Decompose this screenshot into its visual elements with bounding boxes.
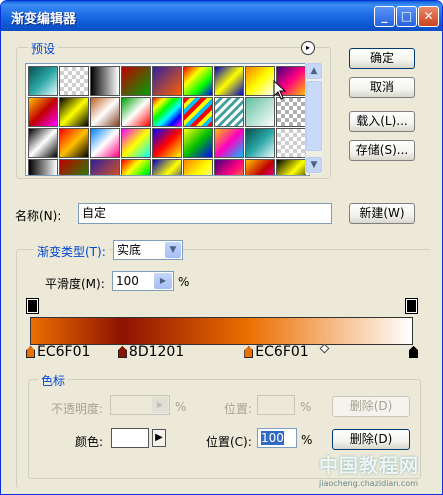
- preset-swatch[interactable]: [214, 97, 244, 127]
- opacity-slider-arrow-icon: ▶: [152, 397, 168, 413]
- preset-swatch[interactable]: [183, 128, 213, 158]
- preset-swatch[interactable]: [245, 159, 275, 175]
- opacity-location-unit: %: [300, 400, 312, 414]
- preset-swatch[interactable]: [183, 66, 213, 96]
- menu-arrow-icon: ▸: [305, 43, 310, 52]
- preset-swatch[interactable]: [183, 159, 213, 175]
- smoothness-slider-arrow-icon[interactable]: ▶: [154, 273, 172, 289]
- preset-swatch[interactable]: [59, 66, 89, 96]
- preset-swatch[interactable]: [152, 66, 182, 96]
- preset-swatch[interactable]: [183, 97, 213, 127]
- color-stop-hex-label: EC6F01: [37, 344, 91, 360]
- preset-swatch[interactable]: [214, 128, 244, 158]
- location-value: 100: [261, 431, 284, 445]
- name-label: 名称(N):: [15, 209, 62, 223]
- opacity-label: 不透明度:: [51, 402, 104, 416]
- scroll-thumb[interactable]: [306, 81, 322, 151]
- preset-swatch[interactable]: [245, 128, 275, 158]
- name-input[interactable]: 自定: [78, 203, 332, 224]
- opacity-location-input: [257, 395, 295, 415]
- gradient-type-label: 渐变类型(T):: [34, 243, 109, 260]
- minimize-button[interactable]: _: [374, 6, 395, 27]
- title-bar[interactable]: 渐变编辑器 _ □ ✕: [1, 1, 442, 31]
- presets-menu-button[interactable]: ▸: [301, 41, 315, 55]
- preset-swatch[interactable]: [59, 159, 89, 175]
- preset-swatch[interactable]: [90, 128, 120, 158]
- gradient-preview-bar[interactable]: [30, 317, 413, 345]
- new-button[interactable]: 新建(W): [349, 203, 415, 224]
- preset-swatch[interactable]: [214, 159, 244, 175]
- gradient-type-select[interactable]: 实底 ▼: [113, 240, 183, 260]
- opacity-input: ▶: [110, 395, 170, 415]
- gradient-editor-window: 渐变编辑器 _ □ ✕ 预设 ▸ ▲ ▼ 确定 取消 载入(L)... 存储(S…: [0, 0, 443, 495]
- preset-swatch[interactable]: [28, 128, 58, 158]
- preset-swatch[interactable]: [90, 97, 120, 127]
- preset-swatch[interactable]: [245, 66, 275, 96]
- save-button[interactable]: 存储(S)...: [349, 140, 415, 161]
- preset-swatch[interactable]: [28, 97, 58, 127]
- opacity-delete-button: 删除(D): [332, 396, 410, 417]
- preset-swatch[interactable]: [121, 159, 151, 175]
- preset-swatch[interactable]: [90, 159, 120, 175]
- smoothness-value: 100: [116, 274, 139, 288]
- stop-color-swatch[interactable]: [111, 428, 149, 448]
- preset-swatch[interactable]: [121, 128, 151, 158]
- scroll-up-button[interactable]: ▲: [306, 63, 322, 79]
- mouse-cursor-icon: [273, 80, 287, 100]
- smoothness-unit: %: [178, 275, 190, 289]
- opacity-unit: %: [175, 400, 187, 414]
- preset-swatch[interactable]: [214, 66, 244, 96]
- maximize-button[interactable]: □: [396, 6, 417, 27]
- preset-swatch[interactable]: [152, 159, 182, 175]
- preset-swatch[interactable]: [276, 128, 306, 158]
- color-stop-hex-label: 8D1201: [128, 344, 185, 360]
- ok-button[interactable]: 确定: [349, 48, 415, 69]
- preset-swatch[interactable]: [276, 159, 306, 175]
- opacity-stop-right[interactable]: [405, 298, 418, 314]
- delete-stop-button[interactable]: 删除(D): [332, 429, 410, 450]
- chevron-down-icon: ▼: [165, 242, 181, 258]
- preset-swatch[interactable]: [90, 66, 120, 96]
- arrow-right-icon: ▶: [155, 432, 163, 443]
- opacity-stop-left[interactable]: [26, 298, 39, 314]
- preset-swatch[interactable]: [28, 159, 58, 175]
- load-button[interactable]: 载入(L)...: [349, 111, 415, 132]
- color-stops-label: 色标: [38, 372, 69, 389]
- opacity-location-label: 位置:: [224, 402, 253, 416]
- smoothness-label: 平滑度(M):: [45, 277, 105, 291]
- smoothness-input[interactable]: 100 ▶: [112, 271, 174, 291]
- color-label: 颜色:: [75, 435, 104, 449]
- location-label: 位置(C):: [206, 435, 252, 449]
- scroll-down-button[interactable]: ▼: [306, 157, 322, 173]
- watermark-url: jiaocheng.chazidian.com: [319, 479, 419, 488]
- presets-label: 预设: [28, 40, 59, 57]
- preset-scrollbar[interactable]: ▲ ▼: [305, 63, 323, 174]
- location-input[interactable]: 100: [257, 428, 297, 448]
- preset-swatch[interactable]: [276, 97, 306, 127]
- color-picker-arrow-button[interactable]: ▶: [152, 429, 166, 447]
- preset-swatch[interactable]: [59, 128, 89, 158]
- preset-swatch[interactable]: [152, 97, 182, 127]
- preset-swatch[interactable]: [28, 66, 58, 96]
- preset-swatch-grid: [25, 63, 310, 176]
- gradient-type-value: 实底: [117, 243, 142, 257]
- cancel-button[interactable]: 取消: [349, 77, 415, 98]
- preset-swatch[interactable]: [245, 97, 275, 127]
- location-unit: %: [301, 433, 313, 447]
- preset-swatch[interactable]: [121, 66, 151, 96]
- window-title: 渐变编辑器: [11, 12, 77, 27]
- preset-swatch[interactable]: [121, 97, 151, 127]
- close-button[interactable]: ✕: [418, 6, 439, 27]
- preset-swatch[interactable]: [152, 128, 182, 158]
- watermark-text: 中国教程网: [319, 455, 420, 477]
- color-stop-hex-label: EC6F01: [255, 344, 309, 360]
- preset-swatch[interactable]: [59, 97, 89, 127]
